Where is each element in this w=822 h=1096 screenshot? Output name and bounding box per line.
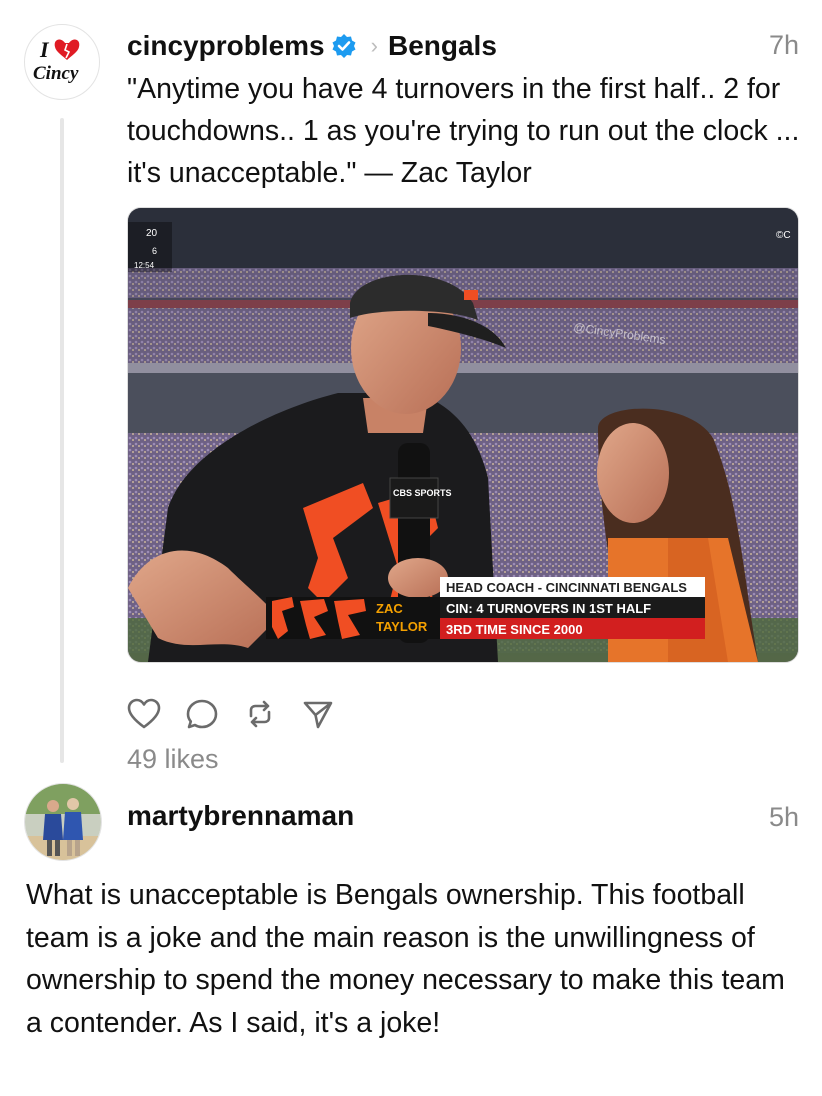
avatar-martybrennaman[interactable] xyxy=(24,783,102,861)
reply-time: 5h xyxy=(768,802,799,832)
thread-line xyxy=(60,118,64,763)
chyron-name-last: TAYLOR xyxy=(376,619,428,634)
share-icon[interactable] xyxy=(301,698,335,730)
post-text: "Anytime you have 4 turnovers in the fir… xyxy=(127,73,800,189)
post-video[interactable]: 20 6 12:54 ©C @CincyProblems CBS SPORTS xyxy=(127,207,799,663)
score-bottom: 6 xyxy=(152,246,157,256)
chyron-line2: 3RD TIME SINCE 2000 xyxy=(446,622,583,637)
svg-text:Cincy: Cincy xyxy=(33,63,79,84)
video-frame: 20 6 12:54 ©C @CincyProblems CBS SPORTS xyxy=(128,208,798,662)
like-icon[interactable] xyxy=(127,698,161,730)
chyron-line1: CIN: 4 TURNOVERS IN 1ST HALF xyxy=(446,601,651,616)
chyron-title: HEAD COACH - CINCINNATI BENGALS xyxy=(446,580,687,595)
reply-username[interactable]: martybrennaman xyxy=(127,800,354,831)
network-bug: ©C xyxy=(776,230,791,241)
community-link[interactable]: Bengals xyxy=(388,30,497,62)
repost-icon[interactable] xyxy=(243,698,277,730)
likes-count[interactable]: 49 likes xyxy=(127,744,219,775)
mic-flag: CBS SPORTS xyxy=(393,488,452,498)
reply-text: What is unacceptable is Bengals ownershi… xyxy=(26,879,785,1039)
score-top: 20 xyxy=(146,228,158,239)
post-time: 7h xyxy=(768,30,799,60)
game-clock: 12:54 xyxy=(134,261,155,270)
comment-icon[interactable] xyxy=(185,698,219,730)
reply-header: martybrennaman 5h xyxy=(127,800,799,840)
post-actions xyxy=(127,696,335,732)
cincy-logo: I Cincy xyxy=(33,37,80,84)
chevron-right-icon: › xyxy=(370,33,378,58)
svg-text:I: I xyxy=(39,37,50,62)
post-username[interactable]: cincyproblems xyxy=(127,30,325,62)
chyron-name-first: ZAC xyxy=(376,601,403,616)
post-header: cincyproblems › Bengals 7h xyxy=(127,26,799,66)
verified-badge-icon xyxy=(331,33,357,59)
avatar-cincyproblems[interactable]: I Cincy xyxy=(24,24,100,100)
